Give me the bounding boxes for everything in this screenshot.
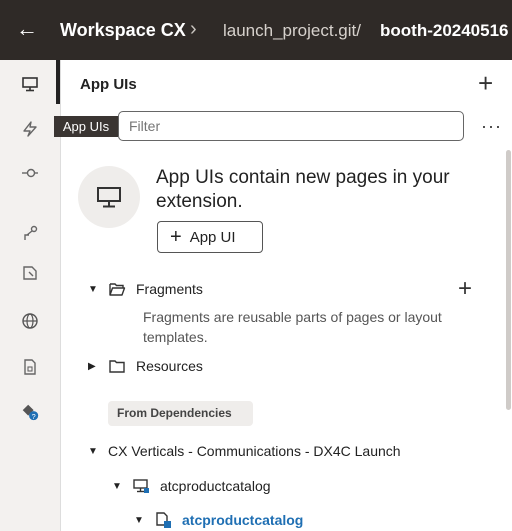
from-dependencies-badge: From Dependencies [108,401,253,426]
plus-icon: + [170,226,182,248]
branch-name[interactable]: booth-20240516 [380,21,509,41]
tree-item-label: Resources [136,358,203,374]
workspace-name[interactable]: Workspace CX [60,20,186,41]
rail-tooltip: App UIs [54,116,118,137]
add-fragment-plus-icon[interactable]: + [458,276,472,302]
add-app-ui-button[interactable]: + App UI [157,221,263,253]
expand-down-icon[interactable]: ▼ [112,481,122,492]
project-path[interactable]: launch_project.git/ [223,21,361,41]
tree-item-cx-verticals[interactable]: ▼ CX Verticals - Communications - DX4C L… [88,443,401,459]
desktop-icon[interactable] [19,73,41,95]
active-indicator [56,60,60,104]
expand-right-icon[interactable]: ▶ [88,361,98,372]
tree-item-resources[interactable]: ▶ Resources [88,357,203,375]
expand-down-icon[interactable]: ▼ [134,515,144,526]
component-icon[interactable] [19,262,41,284]
desktop-link-icon [133,479,149,493]
top-bar: ← Workspace CX › launch_project.git/ boo… [0,0,512,60]
lightning-icon[interactable] [19,118,41,140]
process-flow-icon[interactable] [19,222,41,244]
tree-item-fragments[interactable]: ▼ Fragments [88,280,203,298]
tree-item-label: Fragments [136,281,203,297]
panel-title: App UIs [80,76,137,93]
tree-item-label-link[interactable]: atcproductcatalog [182,512,303,528]
back-arrow-icon[interactable]: ← [16,16,38,42]
expand-down-icon[interactable]: ▼ [88,284,98,295]
add-app-ui-button-label: App UI [189,228,236,246]
globe-icon[interactable] [19,310,41,332]
empty-state-icon-circle [78,166,140,228]
tree-item-label: CX Verticals - Communications - DX4C Lau… [108,443,401,459]
folder-icon [109,360,125,373]
document-icon[interactable] [19,356,41,378]
filter-input[interactable] [118,111,464,141]
tree-item-atcproductcatalog-app[interactable]: ▼ atcproductcatalog [112,477,271,495]
expand-down-icon[interactable]: ▼ [88,446,98,457]
breadcrumb-separator: › [190,18,197,40]
empty-state-message: App UIs contain new pages in your extens… [156,167,450,212]
folder-open-icon [109,283,126,296]
desktop-icon [97,187,121,208]
add-app-ui-plus-icon[interactable]: + [478,68,493,98]
tree-item-atcproductcatalog-flow[interactable]: ▼ atcproductcatalog [134,511,303,529]
more-options-icon[interactable]: ··· [481,116,502,137]
svg-text:?: ? [32,412,36,421]
git-commit-icon[interactable] [19,162,41,184]
dependency-icon[interactable]: ? [19,401,41,423]
tree-item-label: atcproductcatalog [160,478,271,494]
flow-link-icon [156,512,171,528]
fragments-description: Fragments are reusable parts of pages or… [143,309,442,345]
scrollbar[interactable] [506,150,511,410]
